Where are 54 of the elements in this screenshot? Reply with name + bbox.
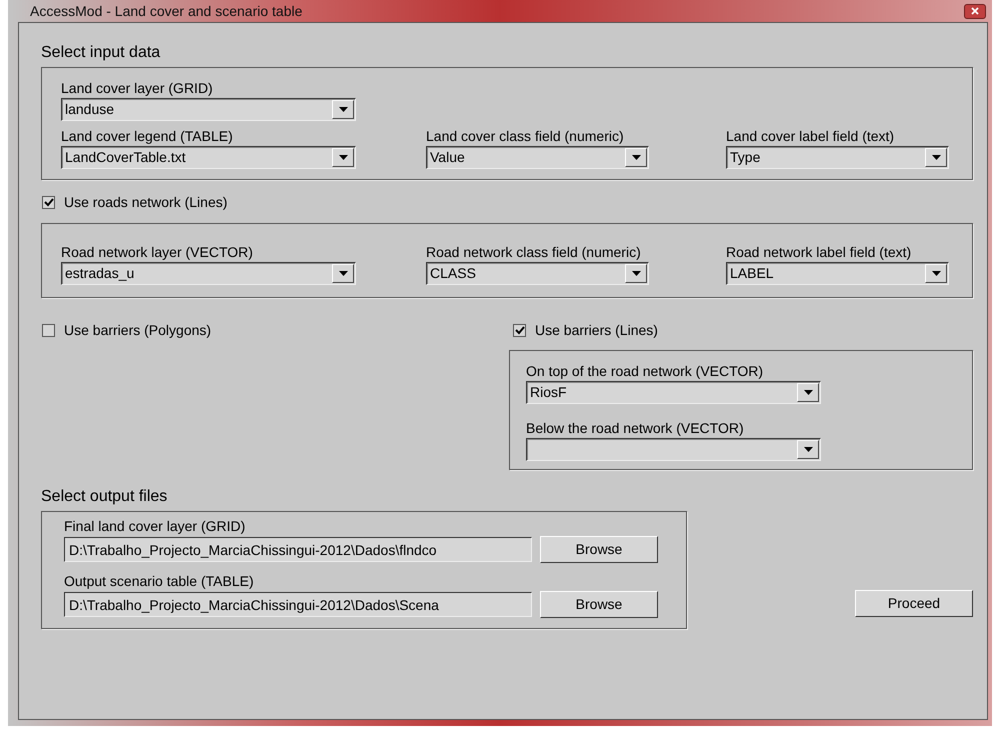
caret-icon <box>338 271 348 276</box>
dropdown-button[interactable] <box>925 264 947 283</box>
dropdown-button[interactable] <box>625 148 647 167</box>
dropdown-field[interactable] <box>526 438 821 461</box>
caret-icon <box>632 271 640 276</box>
dropdown-button[interactable] <box>797 440 819 459</box>
close-button[interactable] <box>964 4 986 18</box>
dropdown-button[interactable] <box>332 264 354 283</box>
field-label: Land cover label field (text) <box>726 128 896 144</box>
close-icon <box>971 7 979 15</box>
checkbox[interactable] <box>42 196 55 209</box>
section-heading: Select output files <box>41 487 168 507</box>
field-label: Land cover class field (numeric) <box>426 128 625 144</box>
browse-button[interactable]: Browse <box>540 591 658 618</box>
dropdown-field[interactable]: landuse <box>61 98 356 121</box>
dropdown-button[interactable] <box>625 264 647 283</box>
caret-icon <box>338 155 348 160</box>
caret-icon <box>804 390 812 395</box>
dropdown-button[interactable] <box>797 383 819 402</box>
dropdown-button[interactable] <box>332 148 354 167</box>
dropdown-field[interactable]: LABEL <box>726 262 949 285</box>
window-title: AccessMod - Land cover and scenario table <box>30 2 302 20</box>
text-field[interactable]: D:\Trabalho_Projecto_MarciaChissingui-2012\Dados\flndco <box>64 537 532 562</box>
checkbox[interactable] <box>42 324 55 337</box>
checkbox-label: Use barriers (Polygons) <box>64 321 212 340</box>
field-label: Below the road network (VECTOR) <box>526 420 745 436</box>
dropdown-field[interactable]: estradas_u <box>61 262 356 285</box>
caret-icon <box>932 271 940 276</box>
dropdown-field[interactable]: Type <box>726 146 949 169</box>
browse-button[interactable]: Browse <box>540 536 658 563</box>
dropdown-field[interactable]: CLASS <box>426 262 649 285</box>
field-label: On top of the road network (VECTOR) <box>526 363 764 379</box>
field-label: Land cover legend (TABLE) <box>61 128 234 144</box>
field-label: Road network label field (text) <box>726 244 912 260</box>
dropdown-button[interactable] <box>332 100 354 119</box>
field-label: Road network layer (VECTOR) <box>61 244 254 260</box>
caret-icon <box>338 107 348 112</box>
section-heading: Select input data <box>41 43 162 63</box>
dropdown-button[interactable] <box>925 148 947 167</box>
checkbox[interactable] <box>513 324 526 337</box>
text-field[interactable]: D:\Trabalho_Projecto_MarciaChissingui-2012\Dados\Scena <box>64 592 532 617</box>
proceed-button[interactable]: Proceed <box>855 590 973 617</box>
dropdown-field[interactable]: Value <box>426 146 649 169</box>
field-label: Final land cover layer (GRID) <box>64 518 246 534</box>
checkbox-label: Use roads network (Lines) <box>64 193 228 212</box>
caret-icon <box>804 447 812 452</box>
field-label: Output scenario table (TABLE) <box>64 573 255 589</box>
caret-icon <box>932 155 940 160</box>
dropdown-field[interactable]: LandCoverTable.txt <box>61 146 356 169</box>
caret-icon <box>632 155 640 160</box>
field-label: Road network class field (numeric) <box>426 244 642 260</box>
dropdown-field[interactable]: RiosF <box>526 381 821 404</box>
field-label: Land cover layer (GRID) <box>61 80 214 96</box>
checkbox-label: Use barriers (Lines) <box>535 321 658 340</box>
